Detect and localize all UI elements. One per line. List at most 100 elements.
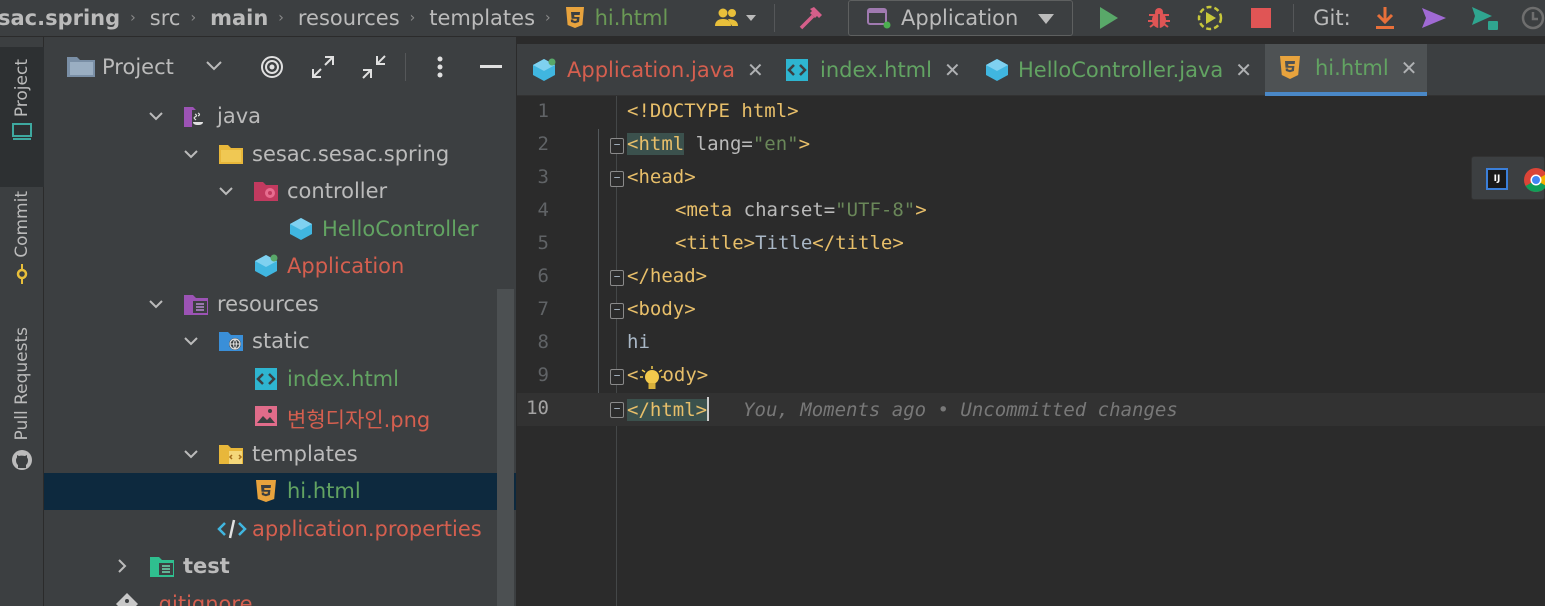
tab-hellocontroller-java[interactable]: HelloController.java ✕ bbox=[984, 44, 1254, 96]
breadcrumb-project[interactable]: sac.spring bbox=[0, 6, 120, 30]
hide-panel-icon[interactable] bbox=[478, 56, 504, 78]
intellij-icon[interactable]: IJ bbox=[1486, 168, 1508, 190]
chevron-right-icon[interactable] bbox=[114, 558, 130, 574]
close-icon[interactable]: ✕ bbox=[1235, 58, 1252, 82]
line-number: 9 bbox=[537, 364, 549, 386]
line-number: 10 bbox=[526, 397, 549, 419]
templates-folder-icon bbox=[219, 445, 243, 464]
run-configuration-dropdown[interactable]: Application bbox=[848, 0, 1073, 36]
tree-item-hellocontroller[interactable]: HelloController bbox=[44, 211, 516, 248]
code-line[interactable]: 7 − <body> bbox=[517, 294, 1545, 327]
run-icon[interactable] bbox=[1094, 0, 1124, 36]
tab-pull-requests-label: Pull Requests bbox=[12, 327, 32, 441]
collapse-all-icon[interactable] bbox=[361, 55, 387, 79]
java-source-folder-icon bbox=[184, 107, 208, 127]
code-line[interactable]: 9 − < ody> bbox=[517, 360, 1545, 393]
code-line[interactable]: 4 <meta charset="UTF-8"> bbox=[517, 195, 1545, 228]
chevron-down-icon[interactable] bbox=[183, 146, 199, 162]
tree-item-gitignore[interactable]: .gitignore bbox=[44, 586, 516, 606]
html5-file-icon bbox=[256, 480, 276, 502]
code-text: <html lang="en"> bbox=[627, 133, 811, 155]
chevron-down-icon[interactable] bbox=[206, 61, 222, 71]
app-config-icon bbox=[867, 8, 891, 29]
select-opened-file-icon[interactable] bbox=[259, 56, 285, 78]
tab-commit-label: Commit bbox=[12, 191, 32, 258]
tree-item-controller[interactable]: controller bbox=[44, 173, 516, 210]
more-options-icon[interactable] bbox=[427, 56, 453, 78]
git-update-icon[interactable] bbox=[1370, 0, 1400, 36]
project-view-title[interactable]: Project bbox=[102, 55, 174, 79]
breadcrumb-src[interactable]: src bbox=[150, 6, 181, 30]
expand-all-icon[interactable] bbox=[310, 56, 336, 78]
close-icon[interactable]: ✕ bbox=[1401, 56, 1418, 80]
run-with-coverage-icon[interactable] bbox=[1193, 0, 1227, 36]
project-scrollbar[interactable] bbox=[497, 289, 514, 606]
build-hammer-icon[interactable] bbox=[795, 0, 827, 36]
code-line-current[interactable]: 10 − </html> You, Moments ago • Uncommitt… bbox=[517, 393, 1545, 426]
tab-label: index.html bbox=[820, 58, 932, 82]
code-line[interactable]: 8 hi bbox=[517, 327, 1545, 360]
tree-item-application-properties[interactable]: application.properties bbox=[44, 511, 516, 548]
git-push-icon[interactable] bbox=[1468, 0, 1502, 36]
tree-item-label: static bbox=[252, 329, 310, 353]
toolbar-divider bbox=[774, 4, 775, 32]
chevron-down-icon[interactable] bbox=[183, 333, 199, 349]
close-icon[interactable]: ✕ bbox=[747, 58, 764, 82]
tab-project-label: Project bbox=[12, 59, 32, 118]
chevron-down-icon[interactable] bbox=[148, 108, 164, 124]
tab-commit[interactable]: Commit bbox=[0, 187, 44, 297]
tree-item-hi-html[interactable]: hi.html bbox=[44, 473, 516, 510]
breadcrumb-main[interactable]: main bbox=[210, 6, 268, 30]
tree-item-png[interactable]: 변형디자인.png bbox=[44, 398, 516, 435]
tree-item-application[interactable]: Application bbox=[44, 248, 516, 285]
code-line[interactable]: 6 − </head> bbox=[517, 261, 1545, 294]
tab-hi-html[interactable]: hi.html ✕ bbox=[1265, 44, 1427, 96]
git-commit-icon[interactable] bbox=[1418, 0, 1450, 36]
fold-collapse-icon[interactable]: − bbox=[610, 402, 624, 418]
breadcrumb-templates[interactable]: templates bbox=[429, 6, 535, 30]
tree-item-static[interactable]: static bbox=[44, 323, 516, 360]
chevron-down-icon[interactable] bbox=[218, 183, 234, 199]
tree-item-java[interactable]: java bbox=[44, 98, 516, 135]
history-icon[interactable] bbox=[1518, 0, 1545, 36]
tree-item-label: Application bbox=[287, 254, 405, 278]
lightbulb-intention-icon[interactable] bbox=[640, 366, 664, 394]
code-line[interactable]: 2 − <html lang="en"> bbox=[517, 129, 1545, 162]
tree-item-index-html[interactable]: index.html bbox=[44, 361, 516, 398]
tab-index-html[interactable]: index.html ✕ bbox=[784, 44, 964, 96]
tab-project[interactable]: Project bbox=[0, 47, 44, 187]
chevron-down-icon[interactable] bbox=[148, 296, 164, 312]
tab-label: hi.html bbox=[1315, 56, 1389, 80]
tab-application-java[interactable]: Application.java ✕ bbox=[531, 44, 773, 96]
breadcrumb-file[interactable]: hi.html bbox=[595, 6, 669, 30]
html-file-icon bbox=[255, 368, 277, 390]
code-editor[interactable]: 1 <!DOCTYPE html> 2 − <html lang="en"> 3… bbox=[517, 96, 1545, 606]
breadcrumb-separator-icon: › bbox=[545, 10, 551, 26]
tree-item-package[interactable]: sesac.sesac.spring bbox=[44, 136, 516, 173]
breadcrumb-separator-icon: › bbox=[190, 10, 197, 26]
users-icon[interactable] bbox=[712, 0, 762, 36]
fold-collapse-icon[interactable]: − bbox=[610, 270, 624, 286]
fold-collapse-icon[interactable]: − bbox=[610, 138, 624, 154]
chrome-icon[interactable] bbox=[1523, 167, 1545, 193]
stop-icon[interactable] bbox=[1246, 0, 1276, 36]
tab-pull-requests[interactable]: Pull Requests bbox=[0, 327, 44, 487]
tree-item-templates[interactable]: templates bbox=[44, 436, 516, 473]
code-line[interactable]: 3 − <head> bbox=[517, 162, 1545, 195]
tab-label: Application.java bbox=[567, 58, 736, 82]
monitor-icon bbox=[12, 123, 32, 141]
chevron-down-icon[interactable] bbox=[183, 446, 199, 462]
code-line[interactable]: 5 <title>Title</title> bbox=[517, 228, 1545, 261]
code-line[interactable]: 1 <!DOCTYPE html> bbox=[517, 96, 1545, 129]
tree-item-resources[interactable]: resources bbox=[44, 286, 516, 323]
breadcrumb-resources[interactable]: resources bbox=[298, 6, 400, 30]
git-label: Git: bbox=[1313, 6, 1351, 30]
line-number: 4 bbox=[537, 199, 549, 221]
fold-collapse-icon[interactable]: − bbox=[610, 303, 624, 319]
tree-item-test[interactable]: test bbox=[44, 548, 516, 585]
fold-collapse-icon[interactable]: − bbox=[610, 369, 624, 385]
close-icon[interactable]: ✕ bbox=[944, 58, 961, 82]
fold-collapse-icon[interactable]: − bbox=[610, 171, 624, 187]
debug-bug-icon[interactable] bbox=[1143, 0, 1175, 36]
inline-blame-annotation: You, Moments ago • Uncommitted changes bbox=[743, 399, 1178, 421]
